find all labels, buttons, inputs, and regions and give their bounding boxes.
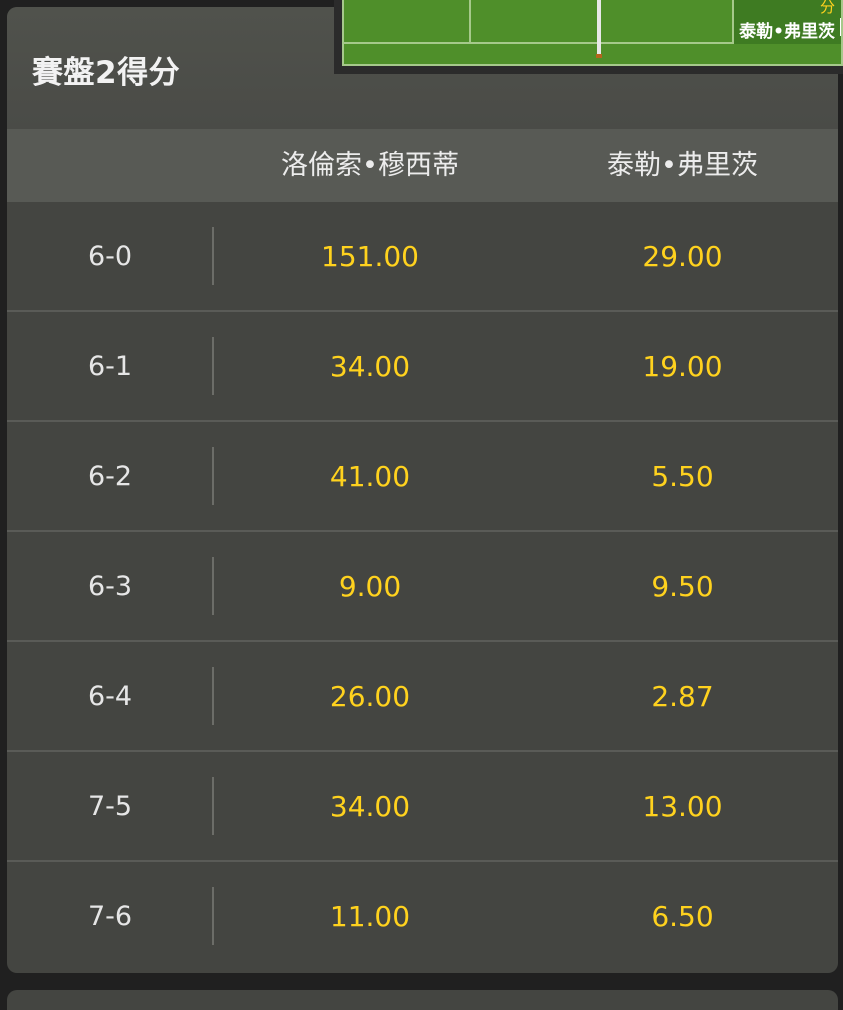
column-header-row: 洛倫索•穆西蒂 泰勒•弗里茨 — [7, 129, 838, 202]
score-label: 6-2 — [87, 461, 133, 492]
player1-odds-button[interactable]: 9.00 — [213, 532, 527, 642]
score-rows: 6-0 151.00 29.00 6-1 34.00 19.00 6-2 41.… — [7, 202, 838, 972]
player2-column-header: 泰勒•弗里茨 — [607, 150, 758, 181]
score-row: 6-1 34.00 19.00 — [7, 312, 838, 422]
score-label: 7-5 — [87, 791, 133, 822]
score-label: 6-3 — [87, 571, 133, 602]
score-label: 7-6 — [87, 901, 133, 932]
score-row: 6-3 9.00 9.50 — [7, 532, 838, 642]
player1-odds-button[interactable]: 41.00 — [213, 422, 527, 532]
player1-odds-button[interactable]: 151.00 — [213, 202, 527, 312]
player1-odds-button[interactable]: 34.00 — [213, 312, 527, 422]
player2-odds-button[interactable]: 9.50 — [527, 532, 838, 642]
panel-title: 賽盤2得分 — [32, 55, 181, 91]
score-row: 6-0 151.00 29.00 — [7, 202, 838, 312]
score-row: 7-6 11.00 6.50 — [7, 862, 838, 972]
correct-score-panel: 賽盤2得分 洛倫索•穆西蒂 泰勒•弗里茨 6-0 151.00 29.00 6-… — [7, 7, 838, 973]
player1-odds-button[interactable]: 34.00 — [213, 752, 527, 862]
score-label: 6-1 — [87, 351, 133, 382]
score-row: 6-4 26.00 2.87 — [7, 642, 838, 752]
player2-odds-button[interactable]: 2.87 — [527, 642, 838, 752]
next-panel-edge — [7, 990, 838, 1010]
score-label: 6-4 — [87, 681, 133, 712]
scoreboard-player: 泰勒•弗里茨 — [739, 22, 835, 42]
tennis-court: 分 泰勒•弗里茨 — [342, 0, 843, 66]
court-scoreboard: 分 泰勒•弗里茨 — [734, 0, 841, 44]
player2-odds-button[interactable]: 6.50 — [527, 862, 838, 972]
player2-odds-button[interactable]: 5.50 — [527, 422, 838, 532]
scoreboard-label: 分 — [819, 0, 835, 16]
court-net-base — [596, 54, 602, 58]
court-left-line — [469, 0, 471, 44]
player1-column-header: 洛倫索•穆西蒂 — [281, 150, 459, 181]
player1-odds-button[interactable]: 11.00 — [213, 862, 527, 972]
score-row: 6-2 41.00 5.50 — [7, 422, 838, 532]
live-court-widget: 分 泰勒•弗里茨 — [334, 0, 843, 74]
player2-odds-button[interactable]: 19.00 — [527, 312, 838, 422]
score-label: 6-0 — [87, 241, 133, 272]
score-row: 7-5 34.00 13.00 — [7, 752, 838, 862]
court-net — [597, 0, 601, 56]
player1-odds-button[interactable]: 26.00 — [213, 642, 527, 752]
player2-odds-button[interactable]: 13.00 — [527, 752, 838, 862]
player2-odds-button[interactable]: 29.00 — [527, 202, 838, 312]
